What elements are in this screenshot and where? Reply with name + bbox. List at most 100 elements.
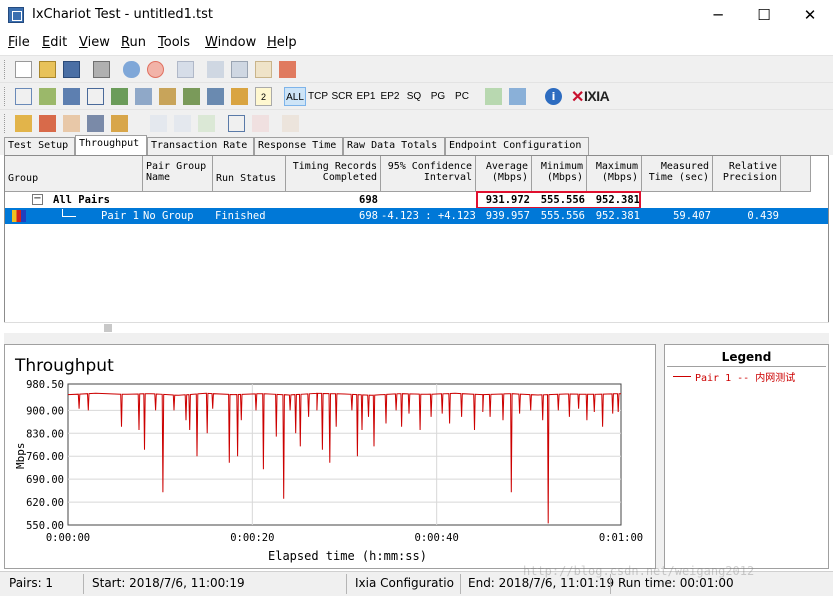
filter-pc[interactable]: PC <box>451 87 473 106</box>
table-row-pair1[interactable]: Pair 1 No Group Finished 698 -4.123 : +4… <box>5 208 828 224</box>
palette-icon[interactable] <box>231 88 248 105</box>
add-multicast-icon[interactable] <box>39 88 56 105</box>
copy-icon[interactable] <box>231 61 248 78</box>
x-tick-label: 0:00:40 <box>415 532 459 544</box>
highlight-box <box>476 191 641 209</box>
new-file-icon[interactable] <box>15 61 32 78</box>
export-icon[interactable] <box>485 88 502 105</box>
col-header-minimum[interactable]: Minimum (Mbps) <box>532 156 587 192</box>
pair-wizard-icon[interactable] <box>39 115 56 132</box>
menu-run[interactable]: Run <box>121 35 146 50</box>
network-icon[interactable] <box>135 88 152 105</box>
pair1-minimum: 555.556 <box>540 210 585 222</box>
col-header-maximum[interactable]: Maximum (Mbps) <box>587 156 642 192</box>
status-end: End: 2018/7/6, 11:01:19 <box>468 576 615 590</box>
filter-pg[interactable]: PG <box>427 87 449 106</box>
y-axis-label: Mbps <box>14 443 27 470</box>
disabled-tool-4-icon <box>252 115 269 132</box>
maximize-button[interactable]: ☐ <box>741 0 787 31</box>
minimize-button[interactable]: ─ <box>695 0 741 31</box>
tab-throughput[interactable]: Throughput <box>75 135 147 155</box>
pair1-group: No Group <box>143 210 194 222</box>
menu-window[interactable]: Window <box>205 35 256 50</box>
ixia-logo: ✕ IXIA <box>571 88 610 106</box>
filter-all[interactable]: ALL <box>284 87 306 106</box>
menu-edit[interactable]: Edit <box>42 35 67 50</box>
step-badge[interactable]: 2 <box>255 87 272 106</box>
print-icon[interactable] <box>93 61 110 78</box>
x-tick-label: 0:00:20 <box>230 532 274 544</box>
filter-ep1[interactable]: EP1 <box>355 87 377 106</box>
col-header-relative-precision[interactable]: Relative Precision <box>713 156 781 192</box>
menu-view[interactable]: View <box>79 35 110 50</box>
refresh-icon[interactable] <box>177 61 194 78</box>
scrollbar-thumb[interactable] <box>104 324 112 332</box>
edit-icon[interactable] <box>159 88 176 105</box>
pair1-maximum: 952.381 <box>595 210 640 222</box>
add-pair-icon[interactable] <box>15 88 32 105</box>
tab-raw-data-totals[interactable]: Raw Data Totals <box>343 137 445 155</box>
monitor-icon[interactable] <box>111 88 128 105</box>
filter-tcp[interactable]: TCP <box>307 87 329 106</box>
filter-ep2[interactable]: EP2 <box>379 87 401 106</box>
collapse-toggle[interactable]: − <box>32 194 43 205</box>
legend-pane: Legend Pair 1 -- 内网测试 <box>664 344 829 569</box>
delete-icon[interactable] <box>279 61 296 78</box>
col-header-group[interactable]: Group <box>5 156 143 192</box>
topology-icon[interactable] <box>87 88 104 105</box>
status-start: Start: 2018/7/6, 11:00:19 <box>92 576 245 590</box>
tab-response-time[interactable]: Response Time <box>254 137 343 155</box>
table-row-all-pairs[interactable]: − All Pairs 698 931.972 555.556 952.381 <box>5 192 828 208</box>
menu-help[interactable]: Help <box>267 35 297 50</box>
vertical-splitter[interactable] <box>656 344 664 569</box>
cut-icon[interactable] <box>207 61 224 78</box>
pair1-confidence: -4.123 : +4.123 <box>381 210 476 222</box>
table-horizontal-scrollbar[interactable] <box>4 322 829 333</box>
graph-icon[interactable] <box>207 88 224 105</box>
legend-entry[interactable]: Pair 1 -- 内网测试 <box>695 369 795 384</box>
pair-bar-icon <box>12 210 26 222</box>
results-table: Group Pair Group Name Run Status Timing … <box>4 155 829 333</box>
open-folder-icon[interactable] <box>39 61 56 78</box>
batch-icon[interactable] <box>87 115 104 132</box>
x-axis-label: Elapsed time (h:mm:ss) <box>268 549 427 563</box>
tab-test-setup[interactable]: Test Setup <box>4 137 75 155</box>
status-config: Ixia Configuratio <box>355 576 454 590</box>
y-tick-label: 760.00 <box>26 451 64 463</box>
close-button[interactable]: ✕ <box>787 0 833 31</box>
tree-connector <box>62 209 76 217</box>
toolbar-wizard <box>0 109 833 135</box>
chart-edit-icon[interactable] <box>183 88 200 105</box>
save-results-icon[interactable] <box>509 88 526 105</box>
disabled-tool-5-icon <box>282 115 299 132</box>
pair1-measured-time: 59.407 <box>673 210 711 222</box>
chart-pane: Throughput 980.50 900.00 830.00 760.00 690.0… <box>4 344 656 569</box>
stop-icon[interactable] <box>147 61 164 78</box>
col-header-pair-group[interactable]: Pair Group Name <box>143 156 213 192</box>
wand-icon[interactable] <box>63 115 80 132</box>
horizontal-splitter[interactable] <box>4 333 829 344</box>
menu-tools[interactable]: Tools <box>158 35 190 50</box>
paste-icon[interactable] <box>255 61 272 78</box>
status-pairs: Pairs: 1 <box>9 576 54 590</box>
script-icon[interactable] <box>111 115 128 132</box>
col-header-measured-time[interactable]: Measured Time (sec) <box>642 156 713 192</box>
menu-file[interactable]: File <box>8 35 30 50</box>
col-header-confidence[interactable]: 95% Confidence Interval <box>381 156 476 192</box>
toolbar-pairs: 2 ALL TCP SCR EP1 EP2 SQ PG PC i ✕ IXIA <box>0 82 833 109</box>
filter-scr[interactable]: SCR <box>331 87 353 106</box>
layout-icon[interactable] <box>228 115 245 132</box>
y-tick-label: 690.00 <box>26 474 64 486</box>
y-tick-label: 980.50 <box>26 379 64 391</box>
filter-sq[interactable]: SQ <box>403 87 425 106</box>
wizard-icon[interactable] <box>15 115 32 132</box>
info-icon[interactable]: i <box>545 88 562 105</box>
col-header-run-status[interactable]: Run Status <box>213 156 286 192</box>
save-icon[interactable] <box>63 61 80 78</box>
tab-transaction-rate[interactable]: Transaction Rate <box>147 137 254 155</box>
tab-endpoint-configuration[interactable]: Endpoint Configuration <box>445 137 589 155</box>
endpoint-icon[interactable] <box>63 88 80 105</box>
col-header-timing-records[interactable]: Timing Records Completed <box>286 156 381 192</box>
col-header-average[interactable]: Average (Mbps) <box>476 156 532 192</box>
run-icon[interactable] <box>123 61 140 78</box>
